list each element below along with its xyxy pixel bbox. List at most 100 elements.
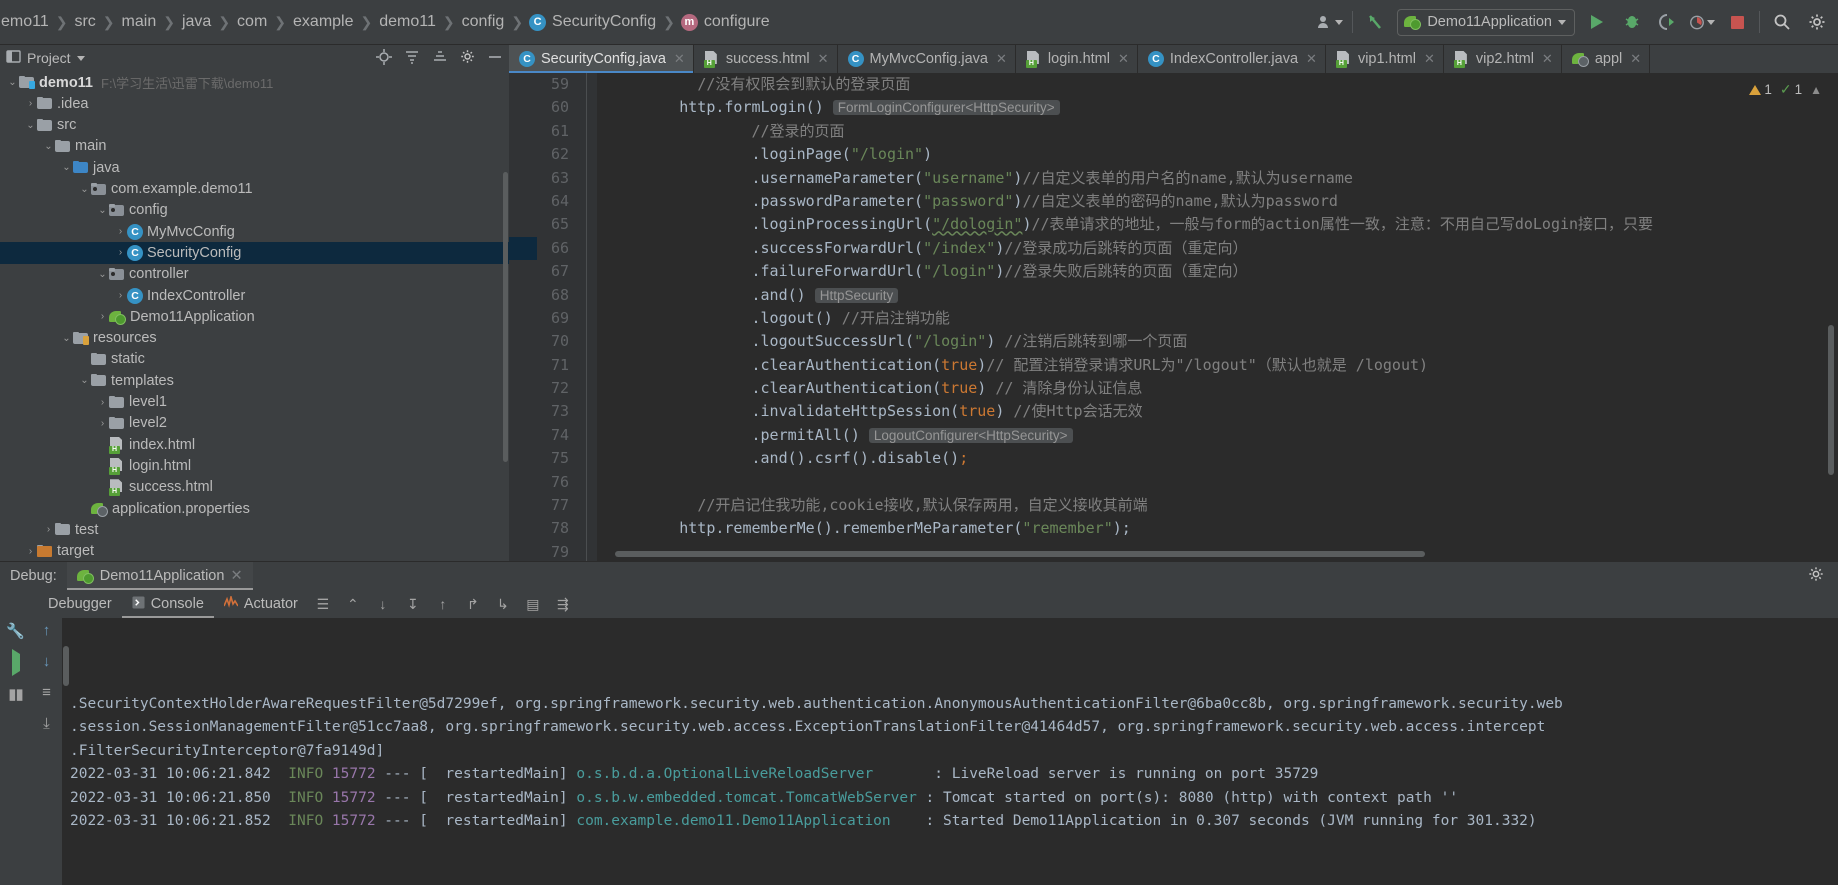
arrow-up-icon[interactable]: ↑	[43, 622, 51, 639]
tree-item-demo11[interactable]: ⌄ demo11 F:\学习生活\迅雷下载\demo11	[0, 72, 509, 93]
editor-horizontal-scrollbar[interactable]	[585, 551, 1824, 558]
pause-icon[interactable]: ▮▮	[8, 685, 23, 703]
chevron-up-icon[interactable]: ▲	[1810, 83, 1822, 97]
editor-tab-login-html[interactable]: login.html ✕	[1016, 45, 1138, 73]
chevron-down-icon[interactable]	[76, 55, 85, 61]
tree-item-resources[interactable]: ⌄ resources	[0, 328, 509, 349]
chevron-right-icon[interactable]: ›	[96, 418, 109, 429]
run-to-cursor-icon[interactable]: ↱	[458, 591, 488, 617]
chevron-down-icon[interactable]: ⌄	[78, 184, 91, 195]
editor-tab-success-html[interactable]: success.html ✕	[694, 45, 838, 73]
close-icon[interactable]: ✕	[230, 568, 242, 584]
tree-item-target[interactable]: › target	[0, 540, 509, 561]
layout-icon[interactable]: ☰	[308, 591, 338, 617]
chevron-right-icon[interactable]: ›	[114, 290, 127, 301]
tree-item-src[interactable]: ⌄ src	[0, 115, 509, 136]
breadcrumb-item-com[interactable]: com	[236, 13, 268, 31]
close-icon[interactable]: ✕	[1306, 51, 1317, 67]
restore-layout-icon[interactable]: ⌃	[338, 591, 368, 617]
tree-item-success-html[interactable]: success.html	[0, 477, 509, 498]
tree-item-main[interactable]: ⌄ main	[0, 136, 509, 157]
warning-count[interactable]: 1	[1749, 82, 1772, 97]
chevron-down-icon[interactable]: ⌄	[60, 162, 73, 173]
step-over-icon[interactable]: ↓	[368, 591, 398, 617]
editor-gutter-markers[interactable]	[509, 73, 537, 561]
tree-item-level1[interactable]: › level1	[0, 391, 509, 412]
console-output[interactable]: .SecurityContextHolderAwareRequestFilter…	[62, 618, 1838, 885]
settings-icon[interactable]	[460, 49, 475, 67]
arrow-down-icon[interactable]: ↓	[43, 653, 51, 670]
close-icon[interactable]: ✕	[1542, 51, 1553, 67]
breadcrumb-item-securityconfig[interactable]: C SecurityConfig	[529, 13, 657, 31]
tree-item--idea[interactable]: › .idea	[0, 93, 509, 114]
soft-wrap-icon[interactable]: ≡	[42, 684, 51, 701]
chevron-right-icon[interactable]: ›	[114, 247, 127, 258]
chevron-down-icon[interactable]: ⌄	[24, 120, 37, 131]
stop-button[interactable]	[1724, 9, 1750, 35]
breadcrumb-item-configure[interactable]: m configure	[680, 13, 771, 31]
mute-breakpoints-icon[interactable]: ⇶	[548, 591, 578, 617]
debug-tab-actuator[interactable]: Actuator	[214, 593, 308, 613]
breadcrumb-item-main[interactable]: main	[121, 13, 158, 31]
ok-count[interactable]: ✓ 1	[1780, 81, 1802, 98]
close-icon[interactable]: ✕	[996, 51, 1007, 67]
chevron-right-icon[interactable]: ›	[96, 311, 109, 322]
tree-item-indexcontroller[interactable]: › C IndexController	[0, 285, 509, 306]
chevron-right-icon[interactable]: ›	[114, 226, 127, 237]
tree-item-java[interactable]: ⌄ java	[0, 157, 509, 178]
editor-tab-vip1-html[interactable]: vip1.html ✕	[1326, 45, 1444, 73]
close-icon[interactable]: ✕	[1118, 51, 1129, 67]
close-icon[interactable]: ✕	[818, 51, 829, 67]
tree-item-level2[interactable]: › level2	[0, 413, 509, 434]
breadcrumb-item-example[interactable]: example	[292, 13, 354, 31]
debug-tab-debugger[interactable]: Debugger	[32, 596, 122, 612]
tree-item-test[interactable]: › test	[0, 519, 509, 540]
breadcrumb-item-java[interactable]: java	[181, 13, 212, 31]
breadcrumb-item-src[interactable]: src	[73, 13, 96, 31]
chevron-down-icon[interactable]: ⌄	[78, 375, 91, 386]
breadcrumb-item-demo11[interactable]: demo11	[378, 13, 437, 31]
chevron-right-icon[interactable]: ›	[24, 98, 37, 109]
profile-button[interactable]	[1689, 9, 1715, 35]
hide-panel-icon[interactable]	[487, 49, 503, 68]
gear-icon[interactable]	[1808, 566, 1838, 586]
evaluate-icon[interactable]: ↳	[488, 591, 518, 617]
tree-item-mymvcconfig[interactable]: › C MyMvcConfig	[0, 221, 509, 242]
tree-item-templates[interactable]: ⌄ templates	[0, 370, 509, 391]
editor-vertical-scrollbar[interactable]	[1826, 75, 1836, 549]
run-configuration-selector[interactable]: Demo11Application	[1397, 8, 1575, 36]
tree-item-com-example-demo11[interactable]: ⌄ com.example.demo11	[0, 178, 509, 199]
step-out-icon[interactable]: ↑	[428, 591, 458, 617]
chevron-down-icon[interactable]: ⌄	[60, 333, 73, 344]
chevron-right-icon[interactable]: ›	[24, 546, 37, 557]
debug-tab-console[interactable]: Console	[122, 590, 214, 618]
debug-button[interactable]	[1619, 9, 1645, 35]
editor-tab-securityconfig-java[interactable]: C SecurityConfig.java ✕	[509, 45, 694, 73]
search-icon[interactable]	[1769, 9, 1795, 35]
locate-icon[interactable]	[376, 48, 392, 68]
run-button[interactable]	[1584, 9, 1610, 35]
collapse-all-icon[interactable]	[432, 49, 448, 68]
tree-item-login-html[interactable]: login.html	[0, 455, 509, 476]
chevron-down-icon[interactable]: ⌄	[96, 269, 109, 280]
close-icon[interactable]: ✕	[1424, 51, 1435, 67]
vcs-update-icon[interactable]	[1362, 9, 1388, 35]
editor-tab-bar[interactable]: C SecurityConfig.java ✕ success.html ✕ C MyMvc…	[509, 45, 1838, 73]
user-icon[interactable]	[1317, 9, 1344, 35]
editor-body[interactable]: 59 60 61 62 63 64 65 66 67 68 69 70 71 72 73 74 75 76 77 78…	[509, 73, 1838, 561]
tree-item-index-html[interactable]: index.html	[0, 434, 509, 455]
tree-item-static[interactable]: static	[0, 349, 509, 370]
breadcrumb-item-config[interactable]: config	[461, 13, 506, 31]
debug-session-tab[interactable]: Demo11Application ✕	[66, 562, 253, 590]
wrench-icon[interactable]: 🔧	[6, 622, 25, 640]
resume-icon[interactable]	[11, 649, 20, 676]
run-with-coverage-button[interactable]	[1654, 9, 1680, 35]
tree-item-controller[interactable]: ⌄ controller	[0, 264, 509, 285]
project-scrollbar[interactable]	[502, 72, 509, 561]
chevron-down-icon[interactable]: ⌄	[42, 141, 55, 152]
settings-icon[interactable]: ▤	[518, 591, 548, 617]
tree-item-demo11application[interactable]: › Demo11Application	[0, 306, 509, 327]
editor-tab-appl[interactable]: appl ✕	[1562, 45, 1651, 73]
chevron-right-icon[interactable]: ›	[96, 397, 109, 408]
tree-item-securityconfig[interactable]: › C SecurityConfig	[0, 242, 509, 264]
